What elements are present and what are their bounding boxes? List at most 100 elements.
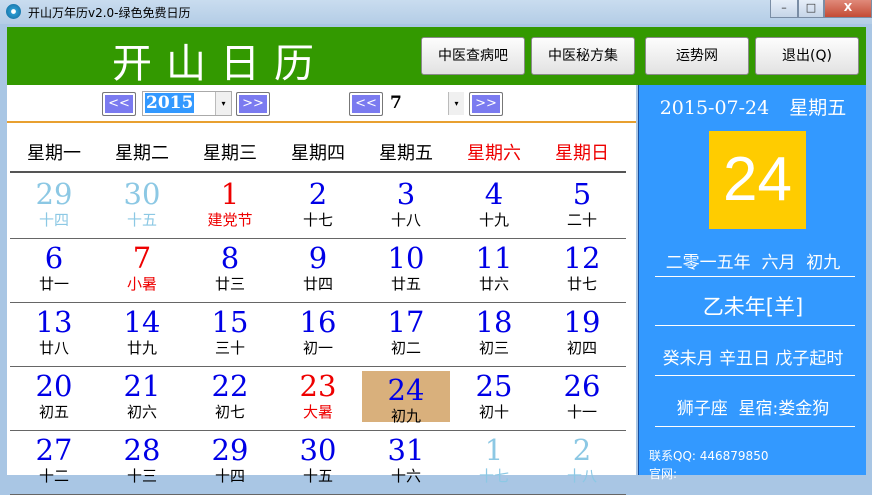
day-cell[interactable]: 20 初五 xyxy=(10,367,98,430)
day-cell[interactable]: 13 廿八 xyxy=(10,303,98,366)
lunar-day: 初三 xyxy=(478,339,509,357)
day-number: 30 xyxy=(123,177,161,211)
day-cell[interactable]: 1 建党节 xyxy=(186,175,274,238)
day-cell[interactable]: 29 十四 xyxy=(10,175,98,238)
day-cell[interactable]: 26 十一 xyxy=(538,367,626,430)
day-cell[interactable]: 23 大暑 xyxy=(274,367,362,430)
lunar-day: 十七 xyxy=(478,467,509,485)
day-detail-panel: 2015-07-24 星期五 24 二零一五年 六月 初九 乙未年[羊] 癸未月… xyxy=(638,85,866,481)
logo: 开山日历 xyxy=(112,41,328,87)
lunar-day: 初二 xyxy=(390,339,421,357)
app-icon xyxy=(6,4,21,19)
day-cell[interactable]: 19 初四 xyxy=(538,303,626,366)
minimize-button[interactable]: – xyxy=(770,0,798,18)
contact-qq: 联系QQ: 446879850 xyxy=(649,449,769,463)
week-row: 6 廿一 7 小暑 8 廿三 9 廿四 10 廿五 11 廿六 12 廿七 xyxy=(10,239,626,303)
day-number: 26 xyxy=(563,369,601,403)
day-cell[interactable]: 8 廿三 xyxy=(186,239,274,302)
day-cell[interactable]: 2 十七 xyxy=(274,175,362,238)
fortune-button[interactable]: 运势网 xyxy=(645,37,749,75)
day-cell[interactable]: 25 初十 xyxy=(450,367,538,430)
day-cell[interactable]: 5 二十 xyxy=(538,175,626,238)
weekday-label: 星期六 xyxy=(467,143,521,164)
lunar-day: 二十 xyxy=(566,211,597,229)
next-year-button[interactable]: >> xyxy=(236,92,270,116)
day-cell[interactable]: 11 廿六 xyxy=(450,239,538,302)
day-cell[interactable]: 31 十六 xyxy=(362,431,450,494)
lunar-day: 廿三 xyxy=(214,275,245,293)
week-row: 13 廿八 14 廿九 15 三十 16 初一 17 初二 18 初三 19 初四 xyxy=(10,303,626,367)
day-cell[interactable]: 6 廿一 xyxy=(10,239,98,302)
weekday-label: 星期二 xyxy=(115,143,169,164)
lunar-day: 十七 xyxy=(302,211,333,229)
day-number: 14 xyxy=(123,305,161,339)
big-day-number: 24 xyxy=(709,131,806,229)
chevron-down-icon[interactable]: ▾ xyxy=(448,92,464,115)
maximize-button[interactable]: □ xyxy=(798,0,824,18)
day-number: 4 xyxy=(484,177,504,211)
week-row: 29 十四 30 十五 1 建党节 2 十七 3 十八 4 十九 5 二十 xyxy=(10,175,626,239)
day-cell[interactable]: 15 三十 xyxy=(186,303,274,366)
prev-year-button[interactable]: << xyxy=(102,92,136,116)
lunar-year: 乙未年[羊] xyxy=(702,295,804,319)
day-number: 3 xyxy=(396,177,416,211)
day-number: 8 xyxy=(220,241,240,275)
day-number: 25 xyxy=(475,369,513,403)
day-cell[interactable]: 28 十三 xyxy=(98,431,186,494)
next-month-button[interactable]: >> xyxy=(469,92,503,116)
day-cell[interactable]: 14 廿九 xyxy=(98,303,186,366)
day-number: 11 xyxy=(475,241,513,275)
day-number: 21 xyxy=(123,369,161,403)
day-number: 24 xyxy=(387,373,425,407)
tcm-prescriptions-button[interactable]: 中医秘方集 xyxy=(531,37,635,75)
weekday-header: 星期一 星期二 星期三 星期四 星期五 星期六 星期日 xyxy=(10,139,626,173)
year-select[interactable]: 2015 ▾ xyxy=(142,91,232,116)
day-number: 1 xyxy=(484,433,504,467)
lunar-day: 十八 xyxy=(390,211,421,229)
day-cell[interactable]: 12 廿七 xyxy=(538,239,626,302)
day-number: 12 xyxy=(563,241,601,275)
calendar: << 2015 ▾ >> << 7 ▾ >> 星期一 星期二 星期三 星期四 星期五 星期六星… xyxy=(7,85,636,495)
day-cell[interactable]: 9 廿四 xyxy=(274,239,362,302)
date-navigator: << 2015 ▾ >> << 7 ▾ >> xyxy=(7,85,636,123)
day-cell[interactable]: 1 十七 xyxy=(450,431,538,494)
website-link[interactable]: 官网: xyxy=(649,465,677,482)
day-number: 18 xyxy=(475,305,513,339)
chevron-down-icon[interactable]: ▾ xyxy=(215,92,231,115)
lunar-day: 建党节 xyxy=(207,211,253,229)
day-cell[interactable]: 17 初二 xyxy=(362,303,450,366)
day-cell[interactable]: 27 十二 xyxy=(10,431,98,494)
day-cell-selected[interactable]: 24 初九 xyxy=(362,371,450,425)
day-number: 20 xyxy=(35,369,73,403)
tcm-diagnosis-button[interactable]: 中医查病吧 xyxy=(421,37,525,75)
prev-month-button[interactable]: << xyxy=(349,92,383,116)
lunar-day: 廿四 xyxy=(302,275,333,293)
day-number: 13 xyxy=(35,305,73,339)
weekday-label: 星期四 xyxy=(291,143,345,164)
day-cell[interactable]: 2 十八 xyxy=(538,431,626,494)
day-cell[interactable]: 4 十九 xyxy=(450,175,538,238)
weekday-label: 星期三 xyxy=(203,143,257,164)
day-cell[interactable]: 30 十五 xyxy=(98,175,186,238)
day-number: 29 xyxy=(211,433,249,467)
lunar-day: 初十 xyxy=(478,403,509,421)
lunar-day: 十四 xyxy=(38,211,69,229)
day-cell[interactable]: 29 十四 xyxy=(186,431,274,494)
lunar-day: 初七 xyxy=(214,403,245,421)
day-number: 5 xyxy=(572,177,592,211)
day-cell[interactable]: 3 十八 xyxy=(362,175,450,238)
day-cell[interactable]: 18 初三 xyxy=(450,303,538,366)
window-title: 开山万年历v2.0-绿色免费日历 xyxy=(28,6,191,20)
day-cell[interactable]: 21 初六 xyxy=(98,367,186,430)
day-cell[interactable]: 16 初一 xyxy=(274,303,362,366)
day-cell[interactable]: 22 初七 xyxy=(186,367,274,430)
lunar-day: 十九 xyxy=(478,211,509,229)
close-button[interactable]: X xyxy=(824,0,872,18)
day-number: 16 xyxy=(299,305,337,339)
lunar-day: 十一 xyxy=(566,403,597,421)
month-select[interactable]: 7 ▾ xyxy=(387,91,465,116)
day-cell[interactable]: 7 小暑 xyxy=(98,239,186,302)
day-cell[interactable]: 30 十五 xyxy=(274,431,362,494)
exit-button[interactable]: 退出(Q) xyxy=(755,37,859,75)
day-cell[interactable]: 10 廿五 xyxy=(362,239,450,302)
